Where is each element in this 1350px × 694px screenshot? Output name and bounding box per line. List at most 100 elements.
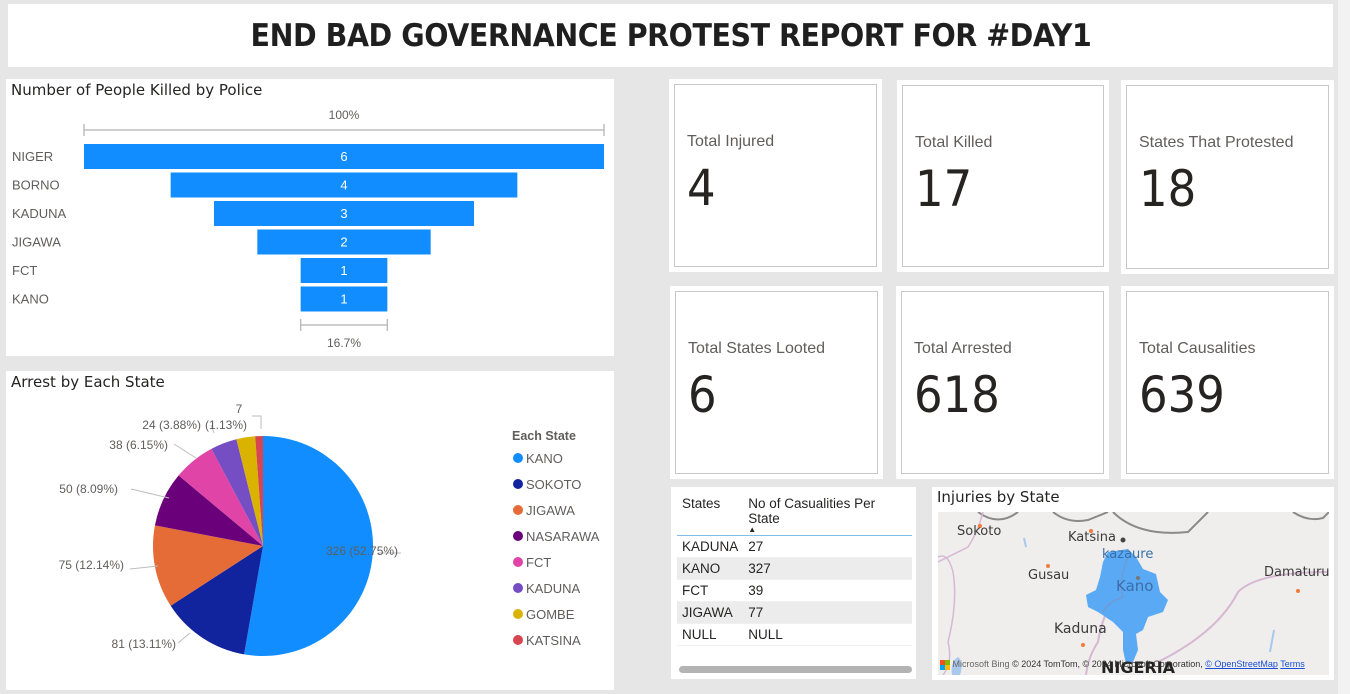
funnel-category-label: BORNO [12, 178, 60, 193]
legend-label: GOMBE [526, 607, 575, 622]
kpi-card-frame: States That Protested 18 [1126, 85, 1329, 269]
map-border-line [1292, 512, 1329, 521]
kpi-card[interactable]: Total States Looted 6 [670, 286, 883, 479]
legend-item[interactable]: SOKOTO [513, 477, 581, 492]
kpi-card[interactable]: Total Causalities 639 [1121, 286, 1334, 479]
map-label-katsina: Katsina [1068, 530, 1116, 545]
kpi-card-label: Total Killed [915, 134, 993, 151]
table-row[interactable]: KANO 327 [677, 557, 912, 580]
pie-leader-line [130, 488, 170, 499]
column-header-states[interactable]: States [677, 493, 744, 536]
pie-chart-panel[interactable]: Arrest by Each State 326 (52.75%) 81 (13.… [6, 371, 614, 690]
map-road [1157, 571, 1329, 663]
table-row[interactable]: JIGAWA 77 [677, 601, 912, 624]
legend-marker-icon [513, 583, 523, 593]
map-border-line [1052, 512, 1109, 522]
legend-item[interactable]: JIGAWA [513, 503, 575, 518]
table-header-row: States No of Casualities Per State ▲ [677, 493, 912, 536]
map-border-line [977, 512, 1019, 521]
sort-ascending-icon[interactable]: ▲ [748, 526, 907, 534]
microsoft-logo-icon [940, 660, 950, 670]
casualties-table-panel[interactable]: States No of Casualities Per State ▲ KADU… [671, 487, 916, 679]
funnel-category-label: KANO [12, 292, 49, 307]
kano-state-region[interactable] [1086, 549, 1168, 664]
legend-item[interactable]: KADUNA [513, 581, 581, 596]
table-cell-casualties: 39 [743, 579, 912, 602]
kpi-card-frame: Total Injured 4 [674, 84, 877, 267]
map-attribution: Microsoft Bing © 2024 TomTom, © 2024 Mic… [940, 659, 1305, 670]
map-label-kano: Kano [1116, 577, 1154, 595]
kpi-card-label: Total Causalities [1139, 340, 1256, 357]
legend-item[interactable]: FCT [513, 555, 551, 570]
funnel-value-label: 6 [340, 149, 347, 164]
map-city-marker [1296, 589, 1300, 593]
terms-link[interactable]: Terms [1280, 659, 1305, 669]
kpi-card[interactable]: Total Injured 4 [669, 79, 882, 272]
legend-label: KATSINA [526, 633, 581, 648]
funnel-chart: 100% NIGER 6 BORNO 4 KADUNA 3 JIGAWA 2 FCT 1 KANO 1 1… [12, 108, 605, 350]
map-water [1269, 629, 1275, 653]
legend-marker-icon [513, 479, 523, 489]
table-cell-state: KANO [677, 557, 744, 580]
casualties-table: States No of Casualities Per State ▲ KADU… [677, 493, 912, 646]
funnel-top-percent: 100% [329, 108, 360, 122]
pie-leader-line [173, 443, 197, 459]
kpi-card[interactable]: Total Arrested 618 [896, 286, 1109, 479]
horizontal-scrollbar[interactable] [679, 666, 912, 673]
injuries-map[interactable]: Sokoto Katsina kazaure Gusau Kano Damatu… [938, 512, 1329, 675]
map-title: Injuries by State [937, 488, 1060, 506]
legend-item[interactable]: KANO [513, 451, 563, 466]
map-city-marker [1120, 537, 1126, 543]
pie-leader-line [129, 565, 159, 570]
map-water [1023, 537, 1027, 548]
page-edge [1338, 0, 1350, 694]
table-cell-casualties: NULL [743, 623, 912, 646]
funnel-category-label: KADUNA [12, 206, 67, 221]
column-header-casualties[interactable]: No of Casualities Per State ▲ [743, 493, 912, 536]
table-cell-state: KADUNA [677, 535, 744, 558]
funnel-value-label: 4 [340, 178, 347, 193]
legend-marker-icon [513, 531, 523, 541]
pie-data-label: 75 (12.14%) [59, 558, 124, 572]
map-label-gusau: Gusau [1028, 568, 1070, 583]
table-cell-casualties: 327 [743, 557, 912, 580]
legend-label: KADUNA [526, 581, 581, 596]
pie-data-label: 24 (3.88%) [142, 418, 201, 432]
legend-marker-icon [513, 505, 523, 515]
funnel-bottom-percent: 16.7% [327, 336, 361, 350]
table-cell-casualties: 27 [743, 535, 912, 558]
legend-marker-icon [513, 557, 523, 567]
map-panel[interactable]: Injuries by State Sokoto Katsina kazaure [932, 487, 1334, 680]
table-row[interactable]: FCT 39 [677, 579, 912, 602]
legend-item[interactable]: GOMBE [513, 607, 575, 622]
funnel-value-label: 2 [340, 235, 347, 250]
legend-item[interactable]: NASARAWA [513, 529, 600, 544]
map-label-kaduna: Kaduna [1054, 621, 1107, 637]
funnel-value-label: 1 [340, 263, 347, 278]
kpi-card-label: Total Injured [687, 133, 775, 150]
pie-data-label: 326 (52.75%) [326, 544, 398, 558]
funnel-category-label: NIGER [12, 149, 53, 164]
legend-label: JIGAWA [526, 503, 575, 518]
legend-label: KANO [526, 451, 563, 466]
map-label-sokoto: Sokoto [957, 524, 1002, 539]
kpi-card-frame: Total Causalities 639 [1126, 291, 1329, 474]
legend-label: SOKOTO [526, 477, 581, 492]
funnel-chart-panel[interactable]: Number of People Killed by Police 100% NI… [6, 79, 614, 356]
table-row[interactable]: NULL NULL [677, 623, 912, 646]
kpi-card[interactable]: States That Protested 18 [1121, 80, 1334, 274]
map-copyright: © 2024 TomTom, © 2024 Microsoft Corporat… [1012, 659, 1203, 670]
pie-data-label: 7 [236, 402, 243, 416]
kpi-card-value: 618 [914, 366, 1000, 424]
kpi-card-value: 18 [1139, 160, 1197, 218]
legend-title: Each State [512, 429, 576, 443]
openstreetmap-link[interactable]: © OpenStreetMap [1205, 659, 1278, 669]
kpi-card[interactable]: Total Killed 17 [897, 80, 1109, 272]
pie-chart: 326 (52.75%) 81 (13.11%) 75 (12.14%) 50 (8.… [59, 402, 600, 656]
legend-label: NASARAWA [526, 529, 600, 544]
pie-leader-line [252, 415, 262, 429]
legend-marker-icon [513, 609, 523, 619]
table-row[interactable]: KADUNA 27 [677, 535, 912, 558]
legend-item[interactable]: KATSINA [513, 633, 581, 648]
legend-marker-icon [513, 635, 523, 645]
